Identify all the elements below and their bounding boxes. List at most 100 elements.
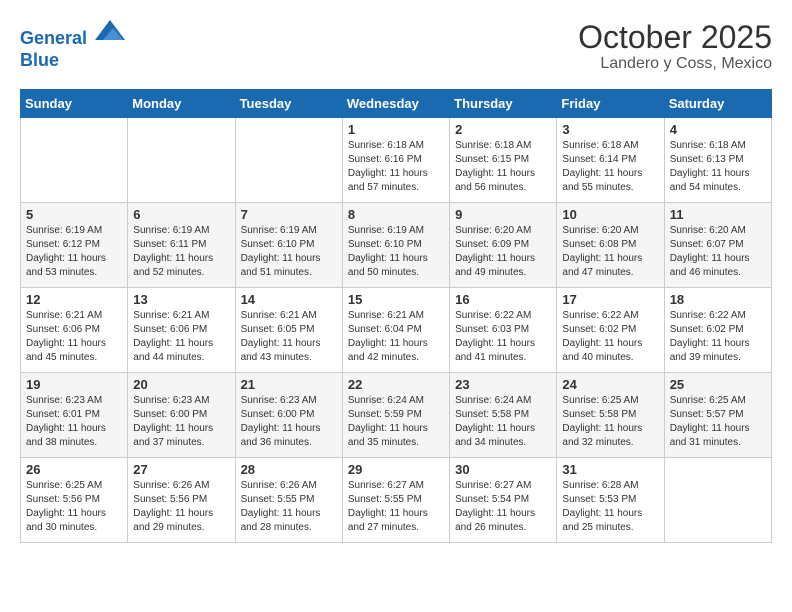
day-number: 26 — [26, 462, 122, 477]
calendar-week-row: 1 Sunrise: 6:18 AMSunset: 6:16 PMDayligh… — [21, 118, 772, 203]
cell-info: Sunrise: 6:24 AMSunset: 5:58 PMDaylight:… — [455, 394, 551, 450]
calendar-table: SundayMondayTuesdayWednesdayThursdayFrid… — [20, 89, 772, 543]
page-header: General Blue October 2025 Landero y Coss… — [20, 20, 772, 73]
month-title: October 2025 — [578, 20, 772, 55]
calendar-cell: 23 Sunrise: 6:24 AMSunset: 5:58 PMDaylig… — [450, 373, 557, 458]
calendar-cell: 20 Sunrise: 6:23 AMSunset: 6:00 PMDaylig… — [128, 373, 235, 458]
calendar-cell: 28 Sunrise: 6:26 AMSunset: 5:55 PMDaylig… — [235, 458, 342, 543]
day-number: 21 — [241, 377, 337, 392]
calendar-cell — [664, 458, 771, 543]
day-number: 15 — [348, 292, 444, 307]
calendar-cell: 8 Sunrise: 6:19 AMSunset: 6:10 PMDayligh… — [342, 203, 449, 288]
calendar-cell: 1 Sunrise: 6:18 AMSunset: 6:16 PMDayligh… — [342, 118, 449, 203]
calendar-cell: 17 Sunrise: 6:22 AMSunset: 6:02 PMDaylig… — [557, 288, 664, 373]
calendar-week-row: 5 Sunrise: 6:19 AMSunset: 6:12 PMDayligh… — [21, 203, 772, 288]
cell-info: Sunrise: 6:25 AMSunset: 5:56 PMDaylight:… — [26, 479, 122, 535]
calendar-cell: 12 Sunrise: 6:21 AMSunset: 6:06 PMDaylig… — [21, 288, 128, 373]
calendar-cell: 11 Sunrise: 6:20 AMSunset: 6:07 PMDaylig… — [664, 203, 771, 288]
day-number: 16 — [455, 292, 551, 307]
weekday-header-wednesday: Wednesday — [342, 90, 449, 118]
calendar-cell: 30 Sunrise: 6:27 AMSunset: 5:54 PMDaylig… — [450, 458, 557, 543]
logo: General Blue — [20, 20, 125, 71]
day-number: 4 — [670, 122, 766, 137]
cell-info: Sunrise: 6:20 AMSunset: 6:09 PMDaylight:… — [455, 224, 551, 280]
day-number: 25 — [670, 377, 766, 392]
cell-info: Sunrise: 6:21 AMSunset: 6:06 PMDaylight:… — [26, 309, 122, 365]
weekday-header-friday: Friday — [557, 90, 664, 118]
day-number: 28 — [241, 462, 337, 477]
cell-info: Sunrise: 6:18 AMSunset: 6:15 PMDaylight:… — [455, 139, 551, 195]
weekday-header-tuesday: Tuesday — [235, 90, 342, 118]
logo-line2: Blue — [20, 50, 125, 72]
day-number: 24 — [562, 377, 658, 392]
weekday-header-saturday: Saturday — [664, 90, 771, 118]
calendar-cell: 16 Sunrise: 6:22 AMSunset: 6:03 PMDaylig… — [450, 288, 557, 373]
calendar-cell: 10 Sunrise: 6:20 AMSunset: 6:08 PMDaylig… — [557, 203, 664, 288]
cell-info: Sunrise: 6:22 AMSunset: 6:02 PMDaylight:… — [562, 309, 658, 365]
logo-icon — [95, 18, 125, 42]
cell-info: Sunrise: 6:27 AMSunset: 5:55 PMDaylight:… — [348, 479, 444, 535]
logo-text: General — [20, 20, 125, 50]
cell-info: Sunrise: 6:21 AMSunset: 6:06 PMDaylight:… — [133, 309, 229, 365]
day-number: 20 — [133, 377, 229, 392]
cell-info: Sunrise: 6:18 AMSunset: 6:13 PMDaylight:… — [670, 139, 766, 195]
cell-info: Sunrise: 6:18 AMSunset: 6:16 PMDaylight:… — [348, 139, 444, 195]
cell-info: Sunrise: 6:28 AMSunset: 5:53 PMDaylight:… — [562, 479, 658, 535]
calendar-cell: 3 Sunrise: 6:18 AMSunset: 6:14 PMDayligh… — [557, 118, 664, 203]
day-number: 22 — [348, 377, 444, 392]
day-number: 10 — [562, 207, 658, 222]
calendar-cell: 19 Sunrise: 6:23 AMSunset: 6:01 PMDaylig… — [21, 373, 128, 458]
day-number: 27 — [133, 462, 229, 477]
weekday-header-monday: Monday — [128, 90, 235, 118]
calendar-week-row: 12 Sunrise: 6:21 AMSunset: 6:06 PMDaylig… — [21, 288, 772, 373]
day-number: 23 — [455, 377, 551, 392]
cell-info: Sunrise: 6:26 AMSunset: 5:56 PMDaylight:… — [133, 479, 229, 535]
weekday-header-row: SundayMondayTuesdayWednesdayThursdayFrid… — [21, 90, 772, 118]
day-number: 5 — [26, 207, 122, 222]
day-number: 3 — [562, 122, 658, 137]
calendar-cell — [128, 118, 235, 203]
day-number: 31 — [562, 462, 658, 477]
calendar-cell: 26 Sunrise: 6:25 AMSunset: 5:56 PMDaylig… — [21, 458, 128, 543]
day-number: 13 — [133, 292, 229, 307]
location-title: Landero y Coss, Mexico — [578, 55, 772, 73]
day-number: 18 — [670, 292, 766, 307]
cell-info: Sunrise: 6:20 AMSunset: 6:08 PMDaylight:… — [562, 224, 658, 280]
calendar-cell: 21 Sunrise: 6:23 AMSunset: 6:00 PMDaylig… — [235, 373, 342, 458]
day-number: 17 — [562, 292, 658, 307]
calendar-cell: 13 Sunrise: 6:21 AMSunset: 6:06 PMDaylig… — [128, 288, 235, 373]
cell-info: Sunrise: 6:19 AMSunset: 6:10 PMDaylight:… — [241, 224, 337, 280]
day-number: 14 — [241, 292, 337, 307]
cell-info: Sunrise: 6:21 AMSunset: 6:04 PMDaylight:… — [348, 309, 444, 365]
cell-info: Sunrise: 6:22 AMSunset: 6:03 PMDaylight:… — [455, 309, 551, 365]
calendar-cell: 7 Sunrise: 6:19 AMSunset: 6:10 PMDayligh… — [235, 203, 342, 288]
calendar-cell: 5 Sunrise: 6:19 AMSunset: 6:12 PMDayligh… — [21, 203, 128, 288]
cell-info: Sunrise: 6:19 AMSunset: 6:11 PMDaylight:… — [133, 224, 229, 280]
day-number: 6 — [133, 207, 229, 222]
calendar-cell: 15 Sunrise: 6:21 AMSunset: 6:04 PMDaylig… — [342, 288, 449, 373]
day-number: 11 — [670, 207, 766, 222]
cell-info: Sunrise: 6:23 AMSunset: 6:00 PMDaylight:… — [241, 394, 337, 450]
day-number: 29 — [348, 462, 444, 477]
day-number: 1 — [348, 122, 444, 137]
calendar-cell: 27 Sunrise: 6:26 AMSunset: 5:56 PMDaylig… — [128, 458, 235, 543]
calendar-cell — [21, 118, 128, 203]
calendar-cell: 14 Sunrise: 6:21 AMSunset: 6:05 PMDaylig… — [235, 288, 342, 373]
cell-info: Sunrise: 6:22 AMSunset: 6:02 PMDaylight:… — [670, 309, 766, 365]
cell-info: Sunrise: 6:20 AMSunset: 6:07 PMDaylight:… — [670, 224, 766, 280]
calendar-cell: 25 Sunrise: 6:25 AMSunset: 5:57 PMDaylig… — [664, 373, 771, 458]
calendar-cell — [235, 118, 342, 203]
calendar-cell: 29 Sunrise: 6:27 AMSunset: 5:55 PMDaylig… — [342, 458, 449, 543]
cell-info: Sunrise: 6:23 AMSunset: 6:01 PMDaylight:… — [26, 394, 122, 450]
calendar-cell: 18 Sunrise: 6:22 AMSunset: 6:02 PMDaylig… — [664, 288, 771, 373]
weekday-header-sunday: Sunday — [21, 90, 128, 118]
cell-info: Sunrise: 6:23 AMSunset: 6:00 PMDaylight:… — [133, 394, 229, 450]
title-area: October 2025 Landero y Coss, Mexico — [578, 20, 772, 73]
calendar-cell: 2 Sunrise: 6:18 AMSunset: 6:15 PMDayligh… — [450, 118, 557, 203]
calendar-cell: 22 Sunrise: 6:24 AMSunset: 5:59 PMDaylig… — [342, 373, 449, 458]
calendar-cell: 31 Sunrise: 6:28 AMSunset: 5:53 PMDaylig… — [557, 458, 664, 543]
cell-info: Sunrise: 6:24 AMSunset: 5:59 PMDaylight:… — [348, 394, 444, 450]
cell-info: Sunrise: 6:27 AMSunset: 5:54 PMDaylight:… — [455, 479, 551, 535]
cell-info: Sunrise: 6:25 AMSunset: 5:58 PMDaylight:… — [562, 394, 658, 450]
day-number: 8 — [348, 207, 444, 222]
